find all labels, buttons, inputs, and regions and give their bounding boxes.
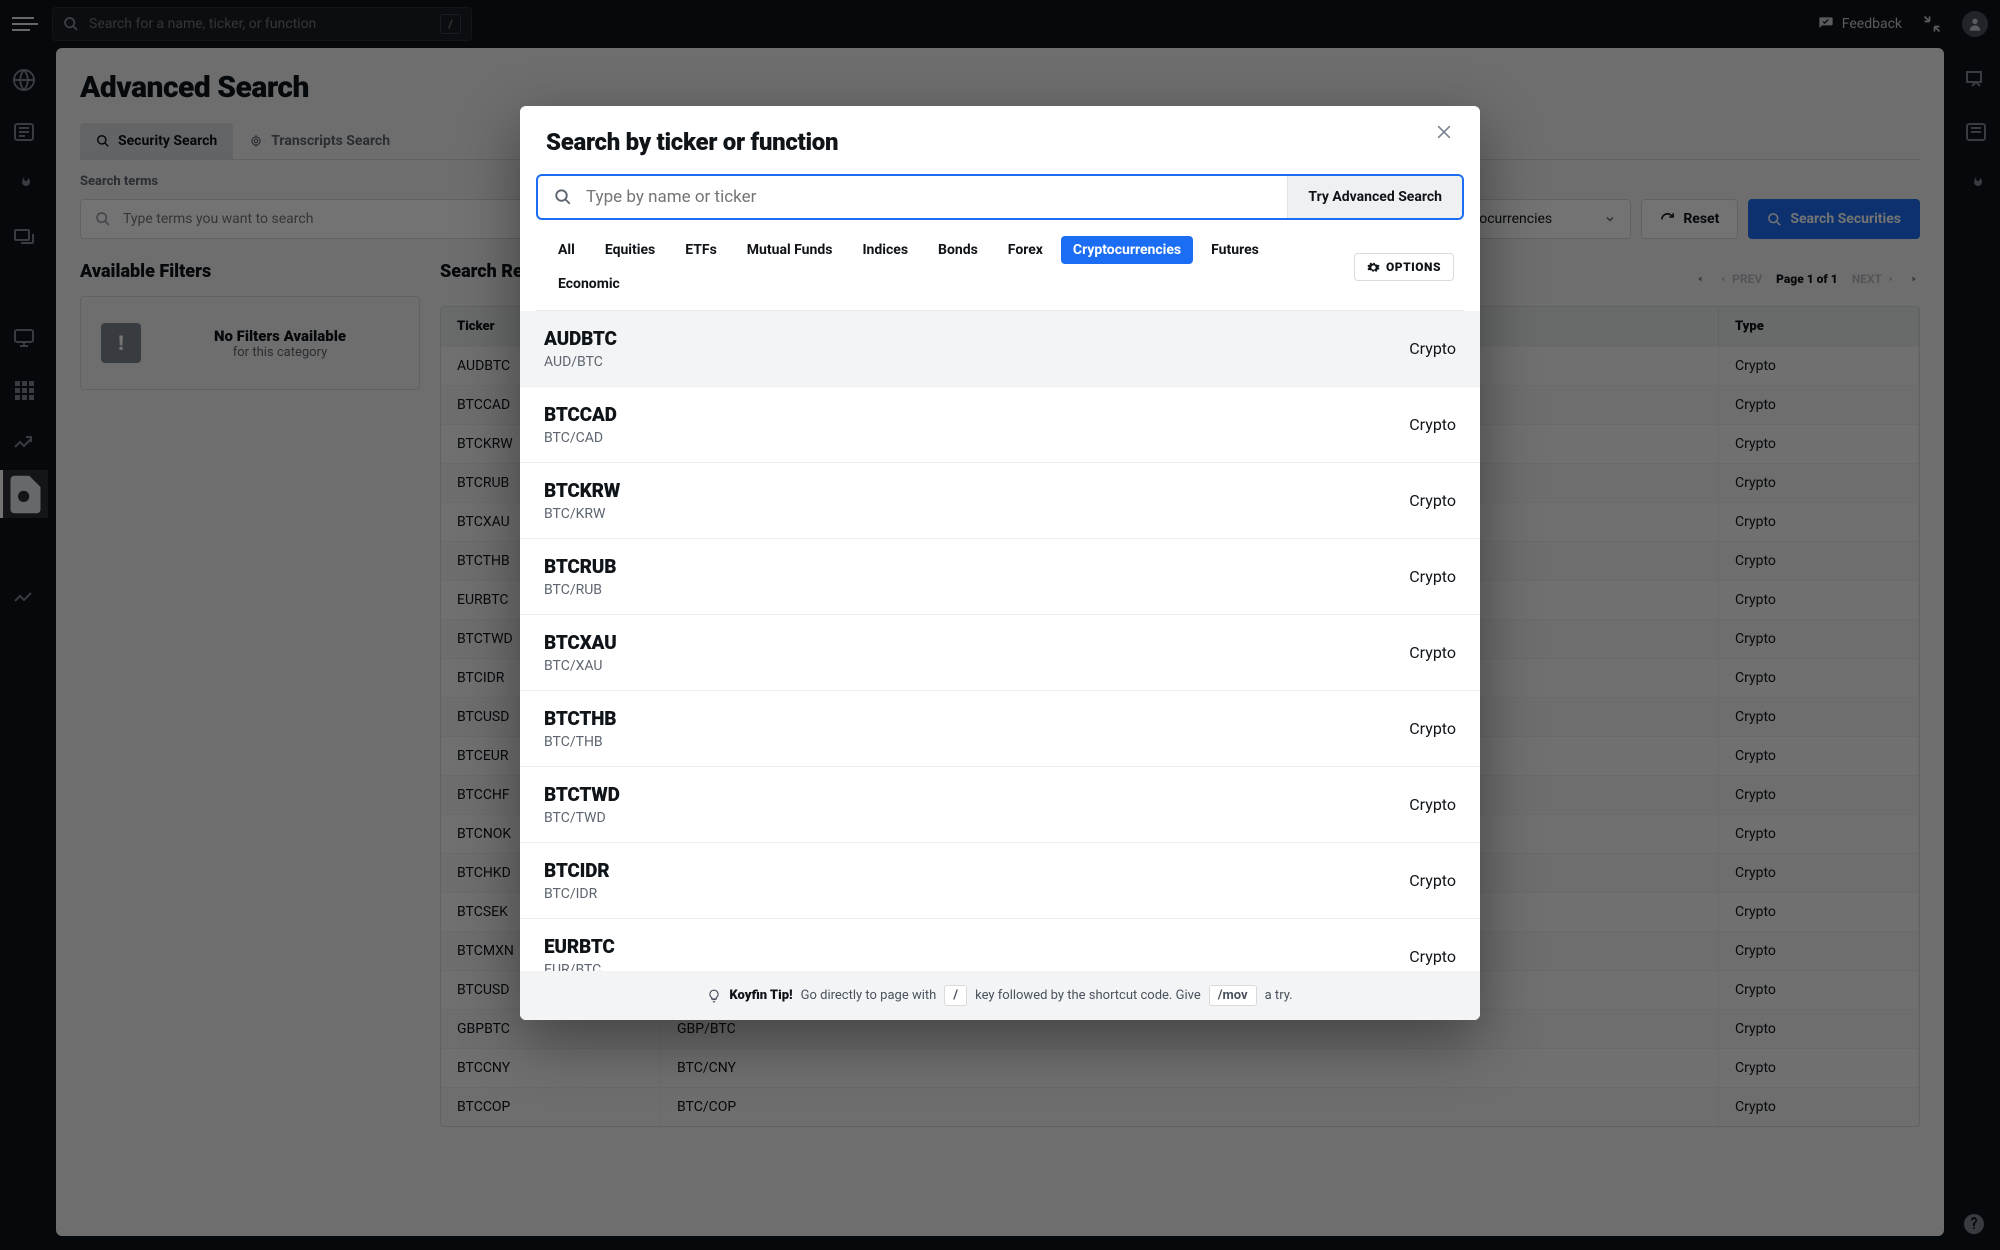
category-economic[interactable]: Economic bbox=[546, 270, 632, 298]
tip-brand: Koyfin Tip! bbox=[729, 988, 792, 1003]
modal-search-row: Try Advanced Search bbox=[536, 174, 1464, 220]
result-item[interactable]: BTCTWDBTC/TWDCrypto bbox=[520, 767, 1480, 843]
modal-results-list[interactable]: AUDBTCAUD/BTCCryptoBTCCADBTC/CADCryptoBT… bbox=[520, 311, 1480, 971]
result-item[interactable]: AUDBTCAUD/BTCCrypto bbox=[520, 311, 1480, 387]
category-row: AllEquitiesETFsMutual FundsIndicesBondsF… bbox=[536, 220, 1464, 311]
category-indices[interactable]: Indices bbox=[850, 236, 920, 264]
close-icon[interactable] bbox=[1434, 122, 1454, 142]
result-item[interactable]: BTCKRWBTC/KRWCrypto bbox=[520, 463, 1480, 539]
options-label: OPTIONS bbox=[1386, 260, 1441, 274]
options-button[interactable]: OPTIONS bbox=[1354, 253, 1454, 281]
search-modal: Search by ticker or function Try Advance… bbox=[520, 106, 1480, 1020]
category-mutual-funds[interactable]: Mutual Funds bbox=[735, 236, 845, 264]
result-item[interactable]: BTCIDRBTC/IDRCrypto bbox=[520, 843, 1480, 919]
category-all[interactable]: All bbox=[546, 236, 587, 264]
modal-overlay[interactable]: Search by ticker or function Try Advance… bbox=[0, 0, 2000, 1250]
tip-bar: Koyfin Tip! Go directly to page with / k… bbox=[520, 971, 1480, 1020]
result-item[interactable]: EURBTCEUR/BTCCrypto bbox=[520, 919, 1480, 971]
modal-search-input[interactable] bbox=[586, 187, 1271, 207]
result-item[interactable]: BTCXAUBTC/XAUCrypto bbox=[520, 615, 1480, 691]
lightbulb-icon bbox=[707, 989, 721, 1003]
category-etfs[interactable]: ETFs bbox=[673, 236, 729, 264]
tip-shortcut: /mov bbox=[1209, 985, 1257, 1006]
result-item[interactable]: BTCCADBTC/CADCrypto bbox=[520, 387, 1480, 463]
category-equities[interactable]: Equities bbox=[593, 236, 667, 264]
category-futures[interactable]: Futures bbox=[1199, 236, 1271, 264]
modal-search-input-wrap[interactable] bbox=[538, 176, 1287, 218]
result-item[interactable]: BTCRUBBTC/RUBCrypto bbox=[520, 539, 1480, 615]
search-icon bbox=[554, 188, 572, 206]
tip-text-1: Go directly to page with bbox=[801, 988, 937, 1003]
modal-title: Search by ticker or function bbox=[546, 128, 838, 156]
category-cryptocurrencies[interactable]: Cryptocurrencies bbox=[1061, 236, 1193, 264]
tip-key: / bbox=[944, 985, 967, 1006]
tip-text-3: a try. bbox=[1265, 988, 1293, 1003]
gear-icon bbox=[1367, 261, 1380, 274]
category-forex[interactable]: Forex bbox=[996, 236, 1055, 264]
result-item[interactable]: BTCTHBBTC/THBCrypto bbox=[520, 691, 1480, 767]
try-advanced-button[interactable]: Try Advanced Search bbox=[1287, 176, 1462, 218]
tip-text-2: key followed by the shortcut code. Give bbox=[975, 988, 1201, 1003]
category-bonds[interactable]: Bonds bbox=[926, 236, 990, 264]
